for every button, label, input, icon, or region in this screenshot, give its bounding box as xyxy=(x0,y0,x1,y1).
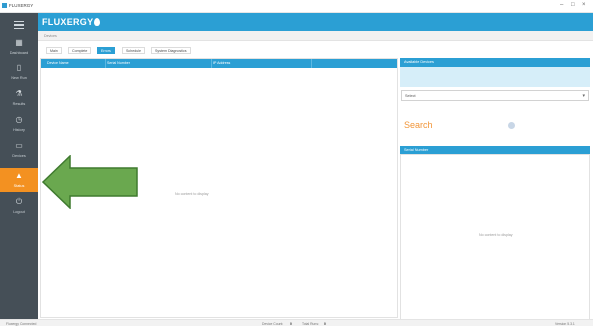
total-runs-value: 0 xyxy=(324,321,326,326)
sidebar-item-logout[interactable]: ⏻ Logout xyxy=(0,194,38,218)
maximize-icon[interactable]: □ xyxy=(571,2,575,9)
available-devices-header: Available Devices xyxy=(400,58,590,67)
window-titlebar: FLUXERGY – □ × xyxy=(0,0,593,13)
sidebar: ▦ Dashboard ▯ New Run ⚗ Results ◷ Histor… xyxy=(0,13,38,320)
tab-bar: Main Complete Errors Schedule System Dia… xyxy=(38,44,398,56)
table-header: Device Name Serial Number IP Address xyxy=(41,59,397,68)
empty-table-message: No content to display xyxy=(175,192,209,196)
search-label: Search xyxy=(404,120,433,130)
app-icon xyxy=(2,3,7,8)
serial-number-panel: No content to display xyxy=(400,154,590,320)
tab-schedule[interactable]: Schedule xyxy=(122,47,145,54)
device-count-value: 0 xyxy=(290,321,292,326)
device-count-label: Device Count: xyxy=(262,321,284,326)
sidebar-item-label: Logout xyxy=(13,210,25,214)
pointer-arrow-annotation xyxy=(42,155,138,209)
column-header[interactable]: IP Address xyxy=(213,61,230,65)
device-select-value: Select xyxy=(405,94,416,98)
tab-system-diagnostics[interactable]: System Diagnostics xyxy=(151,47,191,54)
sidebar-item-label: Results xyxy=(12,102,26,106)
device-select[interactable]: Select ▾ xyxy=(401,90,589,101)
tab-main[interactable]: Main xyxy=(46,47,62,54)
clock-icon: ◷ xyxy=(15,115,23,124)
sidebar-item-devices[interactable]: ▭ Devices xyxy=(0,138,38,162)
available-devices-strip xyxy=(400,67,590,87)
close-icon[interactable]: × xyxy=(582,2,586,9)
sidebar-item-dashboard[interactable]: ▦ Dashboard xyxy=(0,35,38,59)
tab-errors[interactable]: Errors xyxy=(97,47,115,54)
warning-icon: ▲ xyxy=(15,171,23,180)
sidebar-item-status[interactable]: ▲ Status xyxy=(0,168,38,192)
breadcrumb: Devices xyxy=(38,31,593,41)
column-divider xyxy=(311,59,312,68)
sidebar-item-label: Status xyxy=(13,184,25,188)
app-logo: FLUXERGY xyxy=(42,17,101,27)
window-title: FLUXERGY xyxy=(9,3,34,8)
sidebar-item-label: History xyxy=(13,128,25,132)
document-icon: ▯ xyxy=(16,63,22,72)
total-runs-label: Total Runs: xyxy=(302,321,319,326)
minimize-icon[interactable]: – xyxy=(560,2,563,9)
sidebar-item-label: Devices xyxy=(12,154,26,158)
power-icon: ⏻ xyxy=(15,197,23,206)
column-divider xyxy=(105,59,106,68)
tab-complete[interactable]: Complete xyxy=(68,47,92,54)
flask-icon: ⚗ xyxy=(15,89,23,98)
sidebar-item-results[interactable]: ⚗ Results xyxy=(0,86,38,110)
right-column: Available Devices Select ▾ Search Serial… xyxy=(400,58,593,320)
version-label: Version 5.3.1 xyxy=(555,321,575,326)
monitor-icon: ▭ xyxy=(15,141,23,150)
sidebar-item-new-run[interactable]: ▯ New Run xyxy=(0,60,38,84)
status-bar: Fluxergy Connected Device Count: 0 Total… xyxy=(0,319,593,326)
menu-icon[interactable] xyxy=(14,21,24,30)
search-button[interactable] xyxy=(508,122,515,129)
column-divider xyxy=(211,59,212,68)
dashboard-icon: ▦ xyxy=(15,38,23,47)
chevron-down-icon: ▾ xyxy=(582,93,585,99)
breadcrumb-label: Devices xyxy=(44,34,57,38)
connection-status: Fluxergy Connected xyxy=(6,321,37,326)
logo-text: FLUXERGY xyxy=(42,17,94,27)
sidebar-item-label: Dashboard xyxy=(9,51,29,55)
column-header[interactable]: Serial Number xyxy=(107,61,130,65)
droplet-icon xyxy=(94,18,101,26)
sidebar-item-label: New Run xyxy=(11,76,27,80)
app-header: FLUXERGY xyxy=(38,13,593,31)
sidebar-item-history[interactable]: ◷ History xyxy=(0,112,38,136)
empty-serial-message: No content to display xyxy=(479,233,513,237)
column-header[interactable]: Device Name xyxy=(47,61,69,65)
